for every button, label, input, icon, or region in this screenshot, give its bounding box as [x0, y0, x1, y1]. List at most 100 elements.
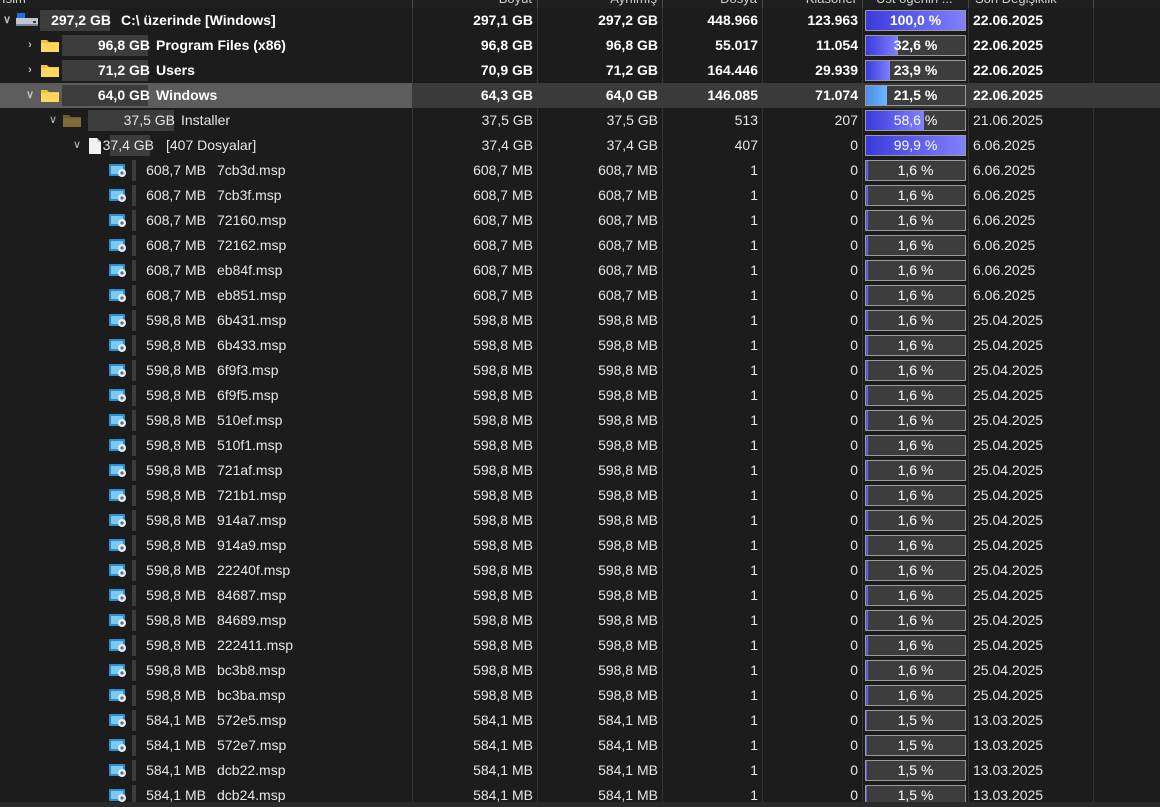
col-header-allocated[interactable]: Ayrılmış — [610, 0, 657, 8]
file-row[interactable]: 598,8 MB 84689.msp 598,8 MB 598,8 MB 1 0 1,6 %… — [0, 608, 1160, 633]
file-row[interactable]: 608,7 MB eb851.msp 608,7 MB 608,7 MB 1 0 1,6 %… — [0, 283, 1160, 308]
file-row[interactable]: 598,8 MB 222411.msp 598,8 MB 598,8 MB 1 0 1,6 … — [0, 633, 1160, 658]
chevron-right-icon[interactable]: › — [23, 33, 37, 58]
files-count: 1 — [750, 487, 758, 503]
file-row[interactable]: 608,7 MB 72160.msp 608,7 MB 608,7 MB 1 0 1,6 %… — [0, 208, 1160, 233]
item-name: bc3b8.msp — [217, 662, 286, 678]
msp-icon — [108, 637, 126, 653]
file-row[interactable]: 608,7 MB 7cb3d.msp 608,7 MB 608,7 MB 1 0 1,6 %… — [0, 158, 1160, 183]
file-row[interactable]: 598,8 MB 6f9f5.msp 598,8 MB 598,8 MB 1 0 1,6 %… — [0, 383, 1160, 408]
col-header-files[interactable]: Dosya — [720, 0, 757, 8]
files-count: 1 — [750, 162, 758, 178]
name-cell[interactable] — [0, 433, 412, 458]
header-separator[interactable] — [1093, 0, 1094, 8]
name-cell[interactable] — [0, 758, 412, 783]
name-cell[interactable] — [0, 283, 412, 308]
header-separator[interactable] — [968, 0, 969, 8]
size-highlight — [132, 235, 136, 256]
name-cell[interactable] — [0, 408, 412, 433]
file-row[interactable]: 598,8 MB 721b1.msp 598,8 MB 598,8 MB 1 0 1,6 %… — [0, 483, 1160, 508]
tree-row[interactable]: ∨ 37,5 GB Installer 37,5 GB 37,5 GB 513 207 58,… — [0, 108, 1160, 133]
chevron-down-icon[interactable]: ∨ — [0, 8, 14, 33]
name-cell[interactable] — [0, 308, 412, 333]
file-row[interactable]: 608,7 MB 72162.msp 608,7 MB 608,7 MB 1 0 1,6 %… — [0, 233, 1160, 258]
file-row[interactable]: 598,8 MB 84687.msp 598,8 MB 598,8 MB 1 0 1,6 %… — [0, 583, 1160, 608]
name-cell[interactable] — [0, 708, 412, 733]
size-highlight — [132, 735, 136, 756]
header-separator[interactable] — [537, 0, 538, 8]
header-separator[interactable] — [412, 0, 413, 8]
name-cell[interactable] — [0, 583, 412, 608]
file-row[interactable]: 598,8 MB 914a7.msp 598,8 MB 598,8 MB 1 0 1,6 %… — [0, 508, 1160, 533]
name-cell[interactable] — [0, 733, 412, 758]
name-cell[interactable] — [0, 358, 412, 383]
name-cell[interactable] — [0, 233, 412, 258]
file-row[interactable]: 598,8 MB 721af.msp 598,8 MB 598,8 MB 1 0 1,6 %… — [0, 458, 1160, 483]
file-row[interactable]: 584,1 MB 572e5.msp 584,1 MB 584,1 MB 1 0 1,5 %… — [0, 708, 1160, 733]
col-header-folders[interactable]: Klasörler — [806, 0, 857, 8]
file-row[interactable]: 598,8 MB 914a9.msp 598,8 MB 598,8 MB 1 0 1,6 %… — [0, 533, 1160, 558]
name-cell[interactable] — [0, 533, 412, 558]
file-row[interactable]: 598,8 MB bc3ba.msp 598,8 MB 598,8 MB 1 0 1,6 %… — [0, 683, 1160, 708]
percent-bar: 1,6 % — [865, 510, 966, 531]
folders-count: 0 — [850, 562, 858, 578]
name-cell[interactable] — [0, 183, 412, 208]
header-separator[interactable] — [662, 0, 663, 8]
header-separator[interactable] — [862, 0, 863, 8]
size-value: 96,8 GB — [480, 37, 533, 53]
files-count: 1 — [750, 437, 758, 453]
name-cell[interactable] — [0, 683, 412, 708]
file-row[interactable]: 608,7 MB eb84f.msp 608,7 MB 608,7 MB 1 0 1,6 %… — [0, 258, 1160, 283]
file-row[interactable]: 598,8 MB 6b433.msp 598,8 MB 598,8 MB 1 0 1,6 %… — [0, 333, 1160, 358]
col-header-percent-of-parent[interactable]: Üst öğenin ... — [876, 0, 953, 8]
name-cell[interactable] — [0, 633, 412, 658]
name-cell[interactable] — [0, 158, 412, 183]
col-header-size[interactable]: Boyut — [499, 0, 532, 8]
name-cell[interactable] — [0, 383, 412, 408]
tree-row[interactable]: › 96,8 GB Program Files (x86) 96,8 GB 96,8 G… — [0, 33, 1160, 58]
chevron-down-icon[interactable]: ∨ — [70, 133, 84, 158]
name-cell[interactable] — [0, 458, 412, 483]
chevron-down-icon[interactable]: ∨ — [23, 83, 37, 108]
header-separator[interactable] — [762, 0, 763, 8]
item-name: C:\ üzerinde [Windows] — [121, 12, 276, 28]
name-cell[interactable] — [0, 208, 412, 233]
msp-icon — [108, 462, 126, 478]
tree-row[interactable]: › 71,2 GB Users 70,9 GB 71,2 GB 164.446 29.939… — [0, 58, 1160, 83]
name-cell[interactable] — [0, 508, 412, 533]
percent-text: 1,6 % — [897, 687, 934, 703]
file-row[interactable]: 598,8 MB 510f1.msp 598,8 MB 598,8 MB 1 0 1,6 %… — [0, 433, 1160, 458]
file-row[interactable]: 598,8 MB 6f9f3.msp 598,8 MB 598,8 MB 1 0 1,6 %… — [0, 358, 1160, 383]
tree-row[interactable]: ∨ 64,0 GB Windows 64,3 GB 64,0 GB 146.085 71.0… — [0, 83, 1160, 108]
item-name: 7cb3f.msp — [217, 187, 282, 203]
percent-bar: 1,6 % — [865, 535, 966, 556]
name-cell[interactable] — [0, 333, 412, 358]
col-header-last-modified[interactable]: Son Değişiklik — [975, 0, 1057, 8]
name-cell[interactable] — [0, 483, 412, 508]
name-cell[interactable] — [0, 658, 412, 683]
size-highlight — [132, 710, 136, 731]
name-cell[interactable] — [0, 608, 412, 633]
tree-row[interactable]: ∨ 297,2 GB C:\ üzerinde [Windows] 297,1 GB 2… — [0, 8, 1160, 33]
horizontal-scrollbar[interactable] — [0, 802, 1160, 807]
name-cell[interactable] — [0, 558, 412, 583]
chevron-down-icon[interactable]: ∨ — [46, 108, 60, 133]
percent-bar: 100,0 % — [865, 10, 966, 31]
file-row[interactable]: 598,8 MB 510ef.msp 598,8 MB 598,8 MB 1 0 1,6 %… — [0, 408, 1160, 433]
percent-text: 32,6 % — [893, 37, 938, 53]
chevron-right-icon[interactable]: › — [23, 58, 37, 83]
last-modified-date: 6.06.2025 — [973, 287, 1036, 303]
tree-row[interactable]: ∨ 37,4 GB [407 Dosyalar] 37,4 GB 37,4 GB 407 0… — [0, 133, 1160, 158]
allocated-value: 297,2 GB — [598, 12, 658, 28]
file-row[interactable]: 608,7 MB 7cb3f.msp 608,7 MB 608,7 MB 1 0 1,6 %… — [0, 183, 1160, 208]
file-row[interactable]: 598,8 MB 22240f.msp 598,8 MB 598,8 MB 1 0 1,6 … — [0, 558, 1160, 583]
file-row[interactable]: 598,8 MB bc3b8.msp 598,8 MB 598,8 MB 1 0 1,6 %… — [0, 658, 1160, 683]
file-row[interactable]: 584,1 MB 572e7.msp 584,1 MB 584,1 MB 1 0 1,5 %… — [0, 733, 1160, 758]
msp-icon — [108, 737, 126, 753]
item-size: 598,8 MB — [146, 412, 206, 428]
file-row[interactable]: 584,1 MB dcb22.msp 584,1 MB 584,1 MB 1 0 1,5 %… — [0, 758, 1160, 783]
file-row[interactable]: 598,8 MB 6b431.msp 598,8 MB 598,8 MB 1 0 1,6 %… — [0, 308, 1160, 333]
size-value: 584,1 MB — [473, 712, 533, 728]
name-cell[interactable] — [0, 258, 412, 283]
col-header-name[interactable]: İsim — [2, 0, 26, 8]
